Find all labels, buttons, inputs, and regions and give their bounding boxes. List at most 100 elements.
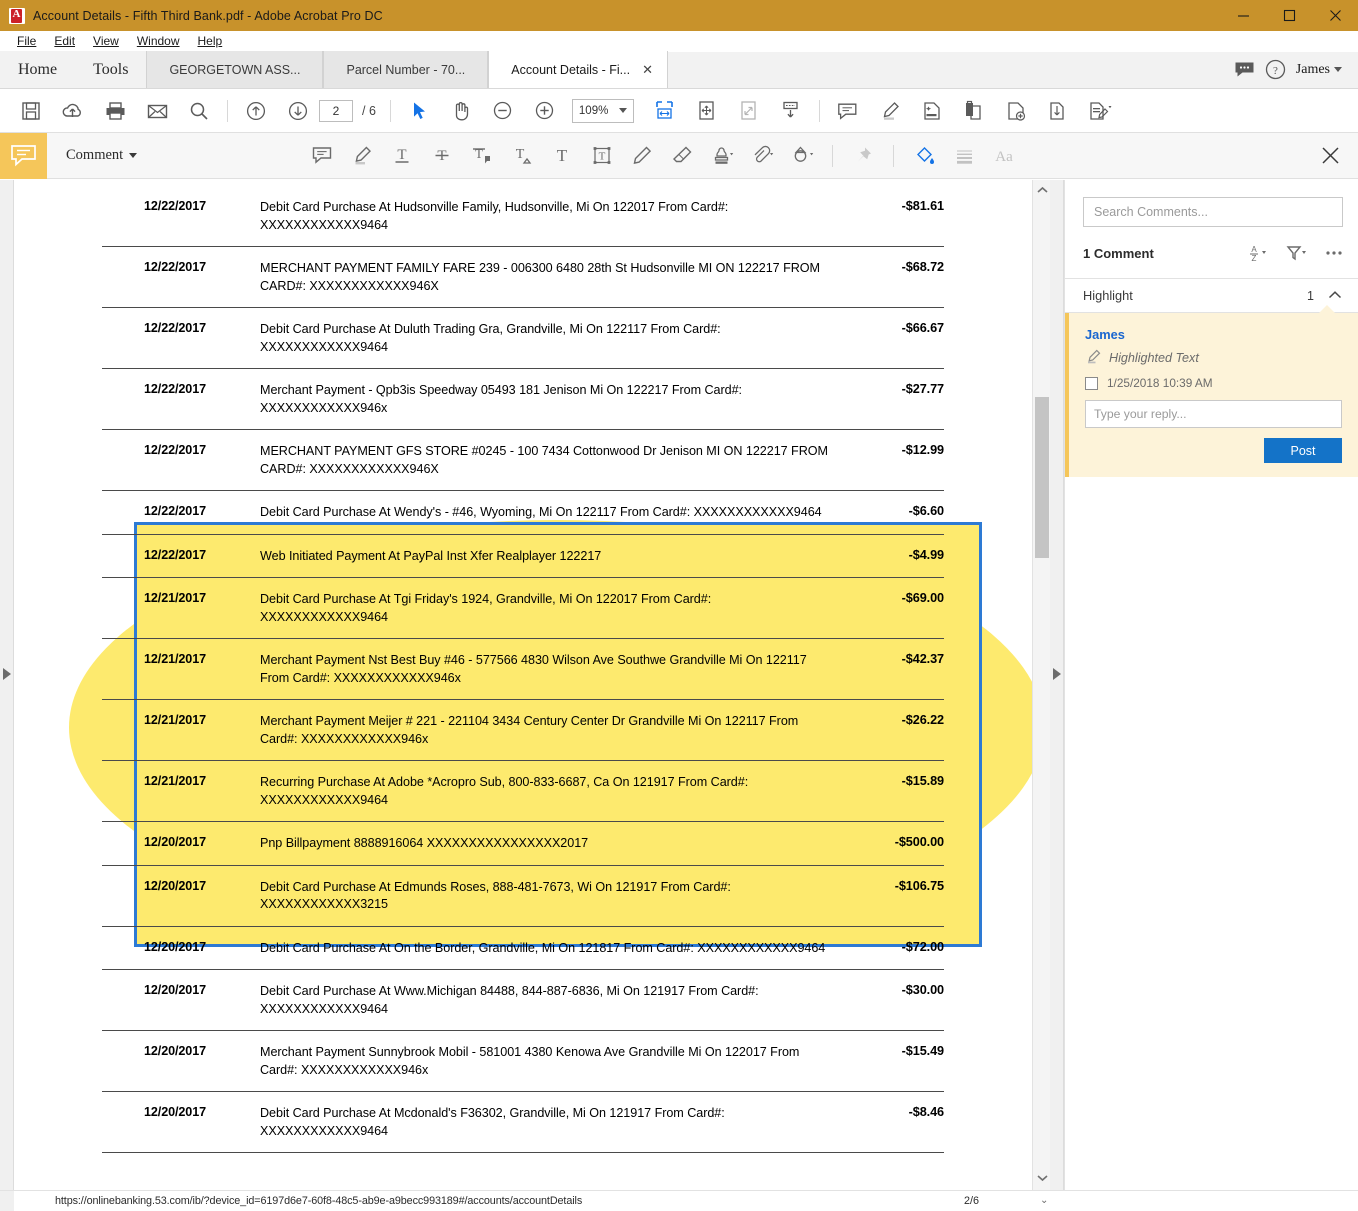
select-cursor-icon[interactable]: [398, 93, 440, 129]
nav-home[interactable]: Home: [0, 51, 76, 88]
add-comment-icon[interactable]: [827, 93, 869, 129]
menu-help[interactable]: Help: [189, 31, 232, 52]
page-number-input[interactable]: 2: [319, 99, 353, 122]
menu-window[interactable]: Window: [128, 31, 189, 52]
add-shapes-icon[interactable]: [782, 136, 822, 176]
combine-files-icon[interactable]: [1037, 93, 1079, 129]
transaction-amount: -$8.46: [908, 1105, 944, 1119]
transaction-amount: -$15.89: [901, 774, 944, 788]
next-page-icon[interactable]: [277, 93, 319, 129]
transaction-date: 12/21/2017: [143, 713, 207, 727]
nav-tools[interactable]: Tools: [75, 51, 147, 88]
previous-page-icon[interactable]: [235, 93, 277, 129]
chevron-up-icon[interactable]: [1328, 288, 1342, 303]
comment-group-highlight[interactable]: Highlight 1: [1065, 279, 1358, 312]
create-pdf-icon[interactable]: [995, 93, 1037, 129]
maximize-button[interactable]: [1266, 0, 1312, 31]
line-thickness-icon[interactable]: [944, 136, 984, 176]
post-button[interactable]: Post: [1264, 438, 1342, 463]
more-options-icon[interactable]: [1324, 243, 1344, 263]
scroll-mode-icon[interactable]: [770, 93, 812, 129]
transaction-row: 12/21/2017 Debit Card Purchase At Tgi Fri…: [102, 578, 944, 639]
expand-left-panel-icon[interactable]: [3, 668, 11, 680]
scroll-down-icon[interactable]: [1037, 1174, 1048, 1184]
transaction-amount: -$66.67: [901, 321, 944, 335]
status-chevron-down-icon[interactable]: ⌄: [1040, 1195, 1048, 1206]
menu-edit[interactable]: Edit: [45, 31, 84, 52]
chat-icon[interactable]: [1234, 61, 1255, 78]
status-url: https://onlinebanking.53.com/ib/?device_…: [55, 1194, 583, 1207]
transaction-date: 12/20/2017: [143, 939, 207, 954]
insert-text-icon[interactable]: T: [502, 136, 542, 176]
zoom-level-select[interactable]: 109%: [571, 98, 634, 123]
transaction-date: 12/22/2017: [143, 443, 207, 457]
close-comment-toolbar-icon[interactable]: [1321, 146, 1340, 170]
svg-text:T: T: [557, 146, 568, 165]
right-panel-toggle-rail[interactable]: [1050, 180, 1064, 1190]
menu-view[interactable]: View: [84, 31, 128, 52]
comment-mode-dropdown[interactable]: Comment: [66, 147, 138, 164]
chevron-down-icon: [1334, 67, 1342, 72]
transaction-description: Debit Card Purchase At Hudsonville Famil…: [260, 200, 729, 232]
save-icon[interactable]: [10, 93, 52, 129]
adobe-acrobat-icon: [9, 7, 25, 24]
document-scrollbar[interactable]: [1032, 180, 1050, 1190]
expand-right-panel-icon[interactable]: [1053, 668, 1061, 680]
draw-freehand-icon[interactable]: [622, 136, 662, 176]
underline-text-icon[interactable]: T: [382, 136, 422, 176]
scrollbar-thumb[interactable]: [1035, 397, 1049, 558]
menu-file[interactable]: File: [8, 31, 45, 52]
filter-icon[interactable]: [1286, 243, 1308, 263]
comment-balloon-icon[interactable]: [0, 132, 47, 179]
scroll-up-icon[interactable]: [1037, 186, 1048, 196]
export-pdf-icon[interactable]: [953, 93, 995, 129]
erase-icon[interactable]: [662, 136, 702, 176]
minimize-button[interactable]: [1220, 0, 1266, 31]
menu-window-label: Window: [136, 33, 180, 48]
replace-text-icon[interactable]: T: [462, 136, 502, 176]
user-menu[interactable]: James: [1296, 62, 1352, 78]
help-icon[interactable]: ?: [1265, 59, 1286, 80]
print-icon[interactable]: [94, 93, 136, 129]
transaction-amount: -$42.37: [901, 652, 944, 666]
workspace: 12/22/2017 Debit Card Purchase At Hudsonv…: [0, 180, 1358, 1190]
zoom-out-icon[interactable]: [482, 93, 524, 129]
sort-az-icon[interactable]: AZ: [1248, 243, 1270, 263]
comment-card[interactable]: James Highlighted Text 1/25/2018 10:39 A…: [1065, 305, 1358, 477]
document-tab-account-details[interactable]: Account Details - Fi... ✕: [488, 51, 668, 88]
left-navigation-rail[interactable]: [0, 180, 14, 1190]
document-tab-georgetown[interactable]: GEORGETOWN ASS...: [146, 51, 324, 88]
email-icon[interactable]: [136, 93, 178, 129]
highlight-text-icon[interactable]: [342, 136, 382, 176]
sticky-note-icon[interactable]: [302, 136, 342, 176]
search-icon[interactable]: [178, 93, 220, 129]
zoom-in-icon[interactable]: [524, 93, 566, 129]
add-text-icon[interactable]: T: [542, 136, 582, 176]
transaction-date: 12/22/2017: [143, 382, 207, 396]
pin-icon[interactable]: [843, 136, 883, 176]
fit-page-icon[interactable]: [728, 93, 770, 129]
hand-tool-icon[interactable]: [440, 93, 482, 129]
highlight-icon[interactable]: [869, 93, 911, 129]
menu-help-label: Help: [197, 33, 223, 48]
fill-and-sign-icon[interactable]: [1079, 93, 1121, 129]
search-comments-input[interactable]: Search Comments...: [1083, 197, 1343, 227]
fit-width-icon[interactable]: [644, 93, 686, 129]
color-fill-icon[interactable]: [904, 136, 944, 176]
tab-close-icon[interactable]: ✕: [642, 63, 653, 76]
upload-cloud-icon[interactable]: [52, 93, 94, 129]
close-button[interactable]: [1312, 0, 1358, 31]
comment-checkbox[interactable]: [1085, 376, 1098, 390]
strikethrough-text-icon[interactable]: T: [422, 136, 462, 176]
reply-input[interactable]: Type your reply...: [1085, 400, 1342, 428]
pan-page-icon[interactable]: [686, 93, 728, 129]
document-pane[interactable]: 12/22/2017 Debit Card Purchase At Hudsonv…: [14, 180, 1032, 1190]
stamp-icon[interactable]: [702, 136, 742, 176]
edit-pdf-icon[interactable]: [911, 93, 953, 129]
attach-file-icon[interactable]: [742, 136, 782, 176]
svg-text:A: A: [1251, 245, 1257, 254]
transaction-amount: -$12.99: [901, 443, 944, 457]
text-box-icon[interactable]: T: [582, 136, 622, 176]
document-tab-parcel-number[interactable]: Parcel Number - 70...: [323, 51, 489, 88]
text-properties-icon[interactable]: Aa: [984, 136, 1024, 176]
